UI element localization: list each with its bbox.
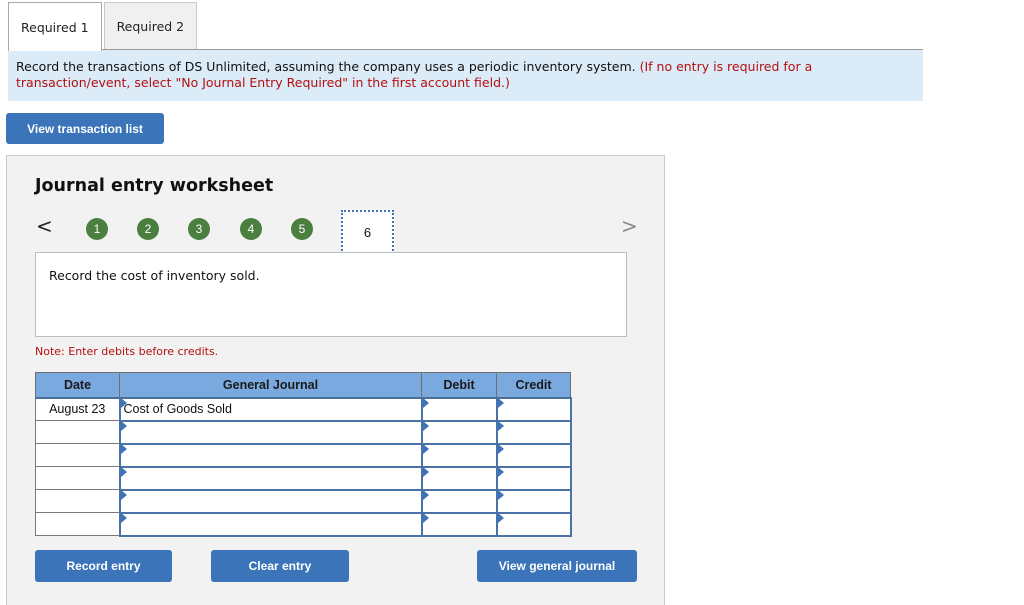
chevron-right-icon[interactable]: >: [621, 214, 638, 238]
date-cell: [35, 420, 120, 444]
instruction-text: Record the transactions of DS Unlimited,…: [16, 59, 640, 74]
step-2-button[interactable]: 2: [137, 218, 159, 240]
step-1-button[interactable]: 1: [86, 218, 108, 240]
debit-field[interactable]: [420, 419, 498, 445]
transaction-description-text: Record the cost of inventory sold.: [49, 268, 260, 283]
transaction-description: Record the cost of inventory sold.: [35, 252, 627, 337]
credit-field[interactable]: [495, 488, 572, 514]
table-row: [35, 465, 572, 491]
step-6-button-current[interactable]: 6: [341, 210, 394, 254]
tab-bar: Required 1 Required 2: [8, 2, 199, 51]
header-credit: Credit: [496, 372, 571, 399]
step-5-button[interactable]: 5: [291, 218, 313, 240]
credit-field[interactable]: [495, 419, 572, 445]
step-3-button[interactable]: 3: [188, 218, 210, 240]
record-entry-button[interactable]: Record entry: [35, 550, 172, 582]
account-field[interactable]: [118, 511, 423, 537]
journal-entry-worksheet-panel: Journal entry worksheet < 1 2 3 4 5 6 > …: [6, 155, 665, 605]
table-row: [35, 419, 572, 445]
clear-entry-button[interactable]: Clear entry: [211, 550, 349, 582]
credit-field[interactable]: [495, 442, 572, 468]
view-general-journal-button[interactable]: View general journal: [477, 550, 637, 582]
debit-field[interactable]: [420, 465, 498, 491]
step-4-button[interactable]: 4: [240, 218, 262, 240]
date-cell: [35, 489, 120, 513]
debit-field[interactable]: [420, 488, 498, 514]
header-debit: Debit: [421, 372, 497, 399]
journal-entry-table: Date General Journal Debit Credit August…: [35, 372, 572, 537]
debit-credit-note: Note: Enter debits before credits.: [35, 345, 219, 358]
table-row: [35, 442, 572, 468]
tab-required-2[interactable]: Required 2: [103, 2, 198, 50]
header-date: Date: [35, 372, 120, 399]
account-field[interactable]: [118, 465, 423, 491]
credit-field[interactable]: [495, 396, 572, 422]
account-field[interactable]: [118, 488, 423, 514]
instruction-banner: Record the transactions of DS Unlimited,…: [8, 50, 923, 101]
account-field[interactable]: [118, 442, 423, 468]
view-transaction-list-button[interactable]: View transaction list: [6, 113, 164, 144]
chevron-left-icon[interactable]: <: [36, 214, 53, 238]
debit-field[interactable]: [420, 396, 498, 422]
date-cell: August 23: [35, 397, 120, 421]
date-cell: [35, 443, 120, 467]
tab-required-1[interactable]: Required 1: [8, 2, 102, 51]
account-field[interactable]: Cost of Goods Sold: [118, 396, 423, 422]
credit-field[interactable]: [495, 465, 572, 491]
credit-field[interactable]: [495, 511, 572, 537]
table-row: [35, 488, 572, 514]
account-field[interactable]: [118, 419, 423, 445]
date-cell: [35, 512, 120, 536]
date-cell: [35, 466, 120, 490]
table-row: [35, 511, 572, 537]
worksheet-title: Journal entry worksheet: [35, 176, 274, 196]
debit-field[interactable]: [420, 511, 498, 537]
table-header-row: Date General Journal Debit Credit: [35, 372, 571, 399]
table-row: August 23 Cost of Goods Sold: [35, 396, 572, 422]
header-general-journal: General Journal: [119, 372, 422, 399]
debit-field[interactable]: [420, 442, 498, 468]
